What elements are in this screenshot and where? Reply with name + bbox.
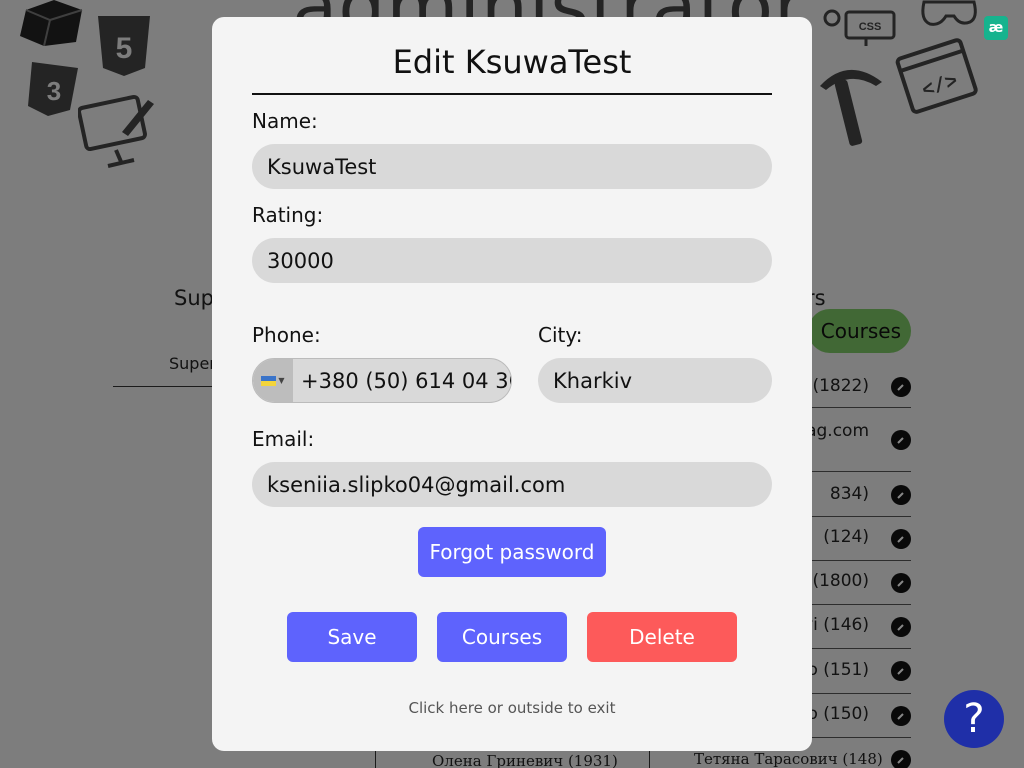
email-input[interactable]: kseniia.slipko04@gmail.com [252,462,772,507]
modal-title: Edit KsuwaTest [252,43,772,95]
edit-user-modal: Edit KsuwaTest Name: KsuwaTest Rating: 3… [212,17,812,751]
forgot-password-button[interactable]: Forgot password [418,527,606,577]
city-input[interactable]: Kharkiv [538,358,772,403]
ukraine-flag-icon [261,375,277,386]
name-label: Name: [252,109,318,133]
help-button[interactable]: ? [944,690,1004,748]
rating-input[interactable]: 30000 [252,238,772,283]
name-input[interactable]: KsuwaTest [252,144,772,189]
phone-value: +380 (50) 614 04 30 [301,368,512,393]
exit-hint[interactable]: Click here or outside to exit [212,699,812,717]
rating-label: Rating: [252,203,324,227]
phone-input[interactable]: ▼ +380 (50) 614 04 30 [252,358,512,403]
delete-button[interactable]: Delete [587,612,737,662]
extension-icon[interactable]: æ [984,16,1008,40]
country-select[interactable]: ▼ [253,359,293,402]
dropdown-caret-icon: ▼ [278,376,285,385]
city-label: City: [538,323,583,347]
phone-label: Phone: [252,323,321,347]
courses-button[interactable]: Courses [437,612,567,662]
email-label: Email: [252,427,315,451]
save-button[interactable]: Save [287,612,417,662]
